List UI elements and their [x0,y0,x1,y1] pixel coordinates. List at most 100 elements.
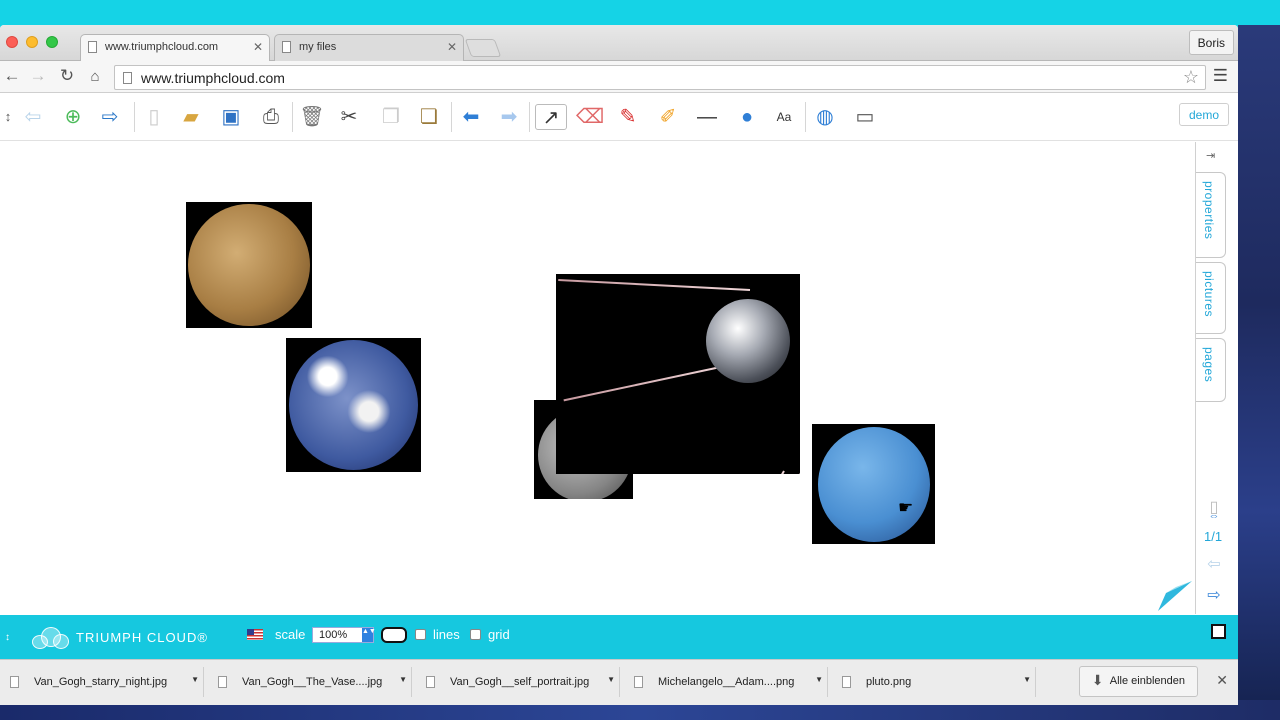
add-page-icon[interactable]: ⊕ [60,104,86,130]
grid-checkbox[interactable] [470,629,481,640]
app-status-bar: ↕ TRIUMPH CLOUD® scale 100% ▲▼ lines gri… [0,615,1238,659]
redo-icon[interactable]: ➡ [496,104,522,130]
drag-handle-icon[interactable]: ↕ [5,632,10,643]
new-document-icon[interactable]: ▯ [141,104,167,130]
app-toolbar: ↕ ⇦ ⊕ ⇨ ▯ ▰ ▣ ⎙ 🗑 ✂ ❐ ❏ ⬅ ➡ ↗ ⌫ ✎ ✐ — ● … [0,93,1238,141]
close-icon[interactable]: ✕ [447,40,457,54]
download-item[interactable]: Michelangelo__Adam....png ▼ [624,667,828,697]
next-pages-icon[interactable]: ⇨ [97,104,123,130]
profile-button[interactable]: Boris [1188,30,1234,55]
satellite-sphere [706,299,790,383]
file-icon [10,676,19,688]
demo-button[interactable]: demo [1178,103,1229,126]
download-filename: pluto.png [866,676,912,688]
cloud-icon [32,627,70,649]
browser-nav-bar: ← → ↻ ⌂ www.triumphcloud.com ☆ ☰ [0,61,1238,93]
download-filename: Van_Gogh__self_portrait.jpg [450,676,590,688]
chevron-down-icon[interactable]: ▼ [399,675,407,684]
browser-window: www.triumphcloud.com ✕ my files ✕ Boris … [0,25,1238,705]
browser-tab-my-files[interactable]: my files ✕ [274,34,464,61]
web-share-icon[interactable]: ◍ [812,104,838,130]
download-filename: Van_Gogh__The_Vase....jpg [242,676,383,688]
antenna [563,364,731,402]
address-bar[interactable]: www.triumphcloud.com ☆ [114,65,1206,90]
chevron-down-icon[interactable]: ▼ [1023,675,1031,684]
tab-title: www.triumphcloud.com [105,41,219,53]
minimize-window-button[interactable] [26,36,38,48]
cut-icon[interactable]: ✂ [336,104,362,130]
chevron-down-icon[interactable]: ▼ [191,675,199,684]
us-flag-icon[interactable] [247,629,263,640]
file-icon [218,676,227,688]
back-arrow-icon[interactable]: ← [2,66,22,86]
zoom-window-button[interactable] [46,36,58,48]
scale-select[interactable]: 100% ▲▼ [312,627,376,643]
next-page-icon[interactable]: ⇨ [1202,585,1226,605]
scale-label: scale [275,627,306,642]
chevron-down-icon[interactable]: ▼ [607,675,615,684]
previous-page-icon[interactable]: ⇦ [1202,554,1226,574]
fit-width-icon[interactable]: ⇔ [1202,510,1226,522]
new-tab-button[interactable] [464,39,502,57]
close-icon[interactable]: ✕ [1216,672,1228,689]
whiteboard-canvas[interactable]: ☛ [0,142,1195,614]
line-tool-icon[interactable]: — [694,104,720,130]
highlighter-icon[interactable]: ✐ [655,104,681,130]
desktop-background-right [1238,25,1280,720]
select-pointer-icon[interactable]: ↗ [535,104,567,130]
lines-checkbox[interactable] [415,629,426,640]
undo-icon[interactable]: ⬅ [458,104,484,130]
download-filename: Van_Gogh_starry_night.jpg [34,676,168,688]
download-item[interactable]: Van_Gogh_starry_night.jpg ▼ [0,667,204,697]
browser-menu-icon[interactable]: ☰ [1213,66,1228,86]
lines-label: lines [433,627,460,642]
reload-icon[interactable]: ↻ [57,66,77,86]
tab-pictures[interactable]: pictures [1196,262,1226,334]
tab-title: my files [299,41,337,53]
antenna [756,470,800,474]
toolbar-divider [805,102,806,132]
toolbar-divider [292,102,293,132]
chevron-down-icon[interactable]: ▼ [815,675,823,684]
shapes-icon[interactable]: ● [734,104,760,130]
stepper-icon[interactable]: ▲▼ [362,628,376,642]
download-filename: Michelangelo__Adam....png [658,676,795,688]
sputnik-image[interactable] [556,274,800,474]
show-all-downloads-button[interactable]: ⬇ Alle einblenden [1078,666,1198,697]
print-icon[interactable]: ⎙ [258,104,284,130]
fullscreen-toggle[interactable] [1211,624,1226,639]
tab-properties[interactable]: properties [1196,172,1226,258]
eraser-icon[interactable]: ⌫ [576,104,604,130]
drag-handle-icon[interactable]: ↕ [0,104,16,130]
download-item[interactable]: Van_Gogh__The_Vase....jpg ▼ [208,667,412,697]
bookmark-star-icon[interactable]: ☆ [1183,67,1199,88]
copy-icon[interactable]: ❐ [378,104,404,130]
page-icon [282,41,291,53]
collapse-panel-icon[interactable]: ⇥ [1206,149,1215,162]
close-window-button[interactable] [6,36,18,48]
home-icon[interactable]: ⌂ [85,68,105,85]
save-icon[interactable]: ▣ [218,104,244,130]
text-tool-icon[interactable]: Aa [771,104,797,130]
trash-icon[interactable]: 🗑 [299,104,325,130]
open-folder-icon[interactable]: ▰ [178,104,204,130]
neptune-image[interactable] [812,424,935,544]
forward-arrow-icon[interactable]: → [28,66,48,86]
presentation-screen-icon[interactable]: ▭ [852,104,878,130]
download-item[interactable]: Van_Gogh__self_portrait.jpg ▼ [416,667,620,697]
close-icon[interactable]: ✕ [253,40,263,54]
pen-icon[interactable]: ✎ [615,104,641,130]
paste-icon[interactable]: ❏ [416,104,442,130]
mercury-image[interactable] [186,202,312,328]
scale-value: 100% [319,629,348,641]
toolbar-divider [529,102,530,132]
color-swatch[interactable] [381,627,407,643]
tab-pages[interactable]: pages [1196,338,1226,402]
tab-label: pages [1202,347,1216,383]
page-curl-icon[interactable] [1158,581,1192,611]
tab-label: pictures [1202,271,1216,318]
browser-tab-triumphcloud[interactable]: www.triumphcloud.com ✕ [80,34,270,61]
earth-image[interactable] [286,338,421,472]
back-page-icon[interactable]: ⇦ [20,104,46,130]
download-item[interactable]: pluto.png ▼ [832,667,1036,697]
